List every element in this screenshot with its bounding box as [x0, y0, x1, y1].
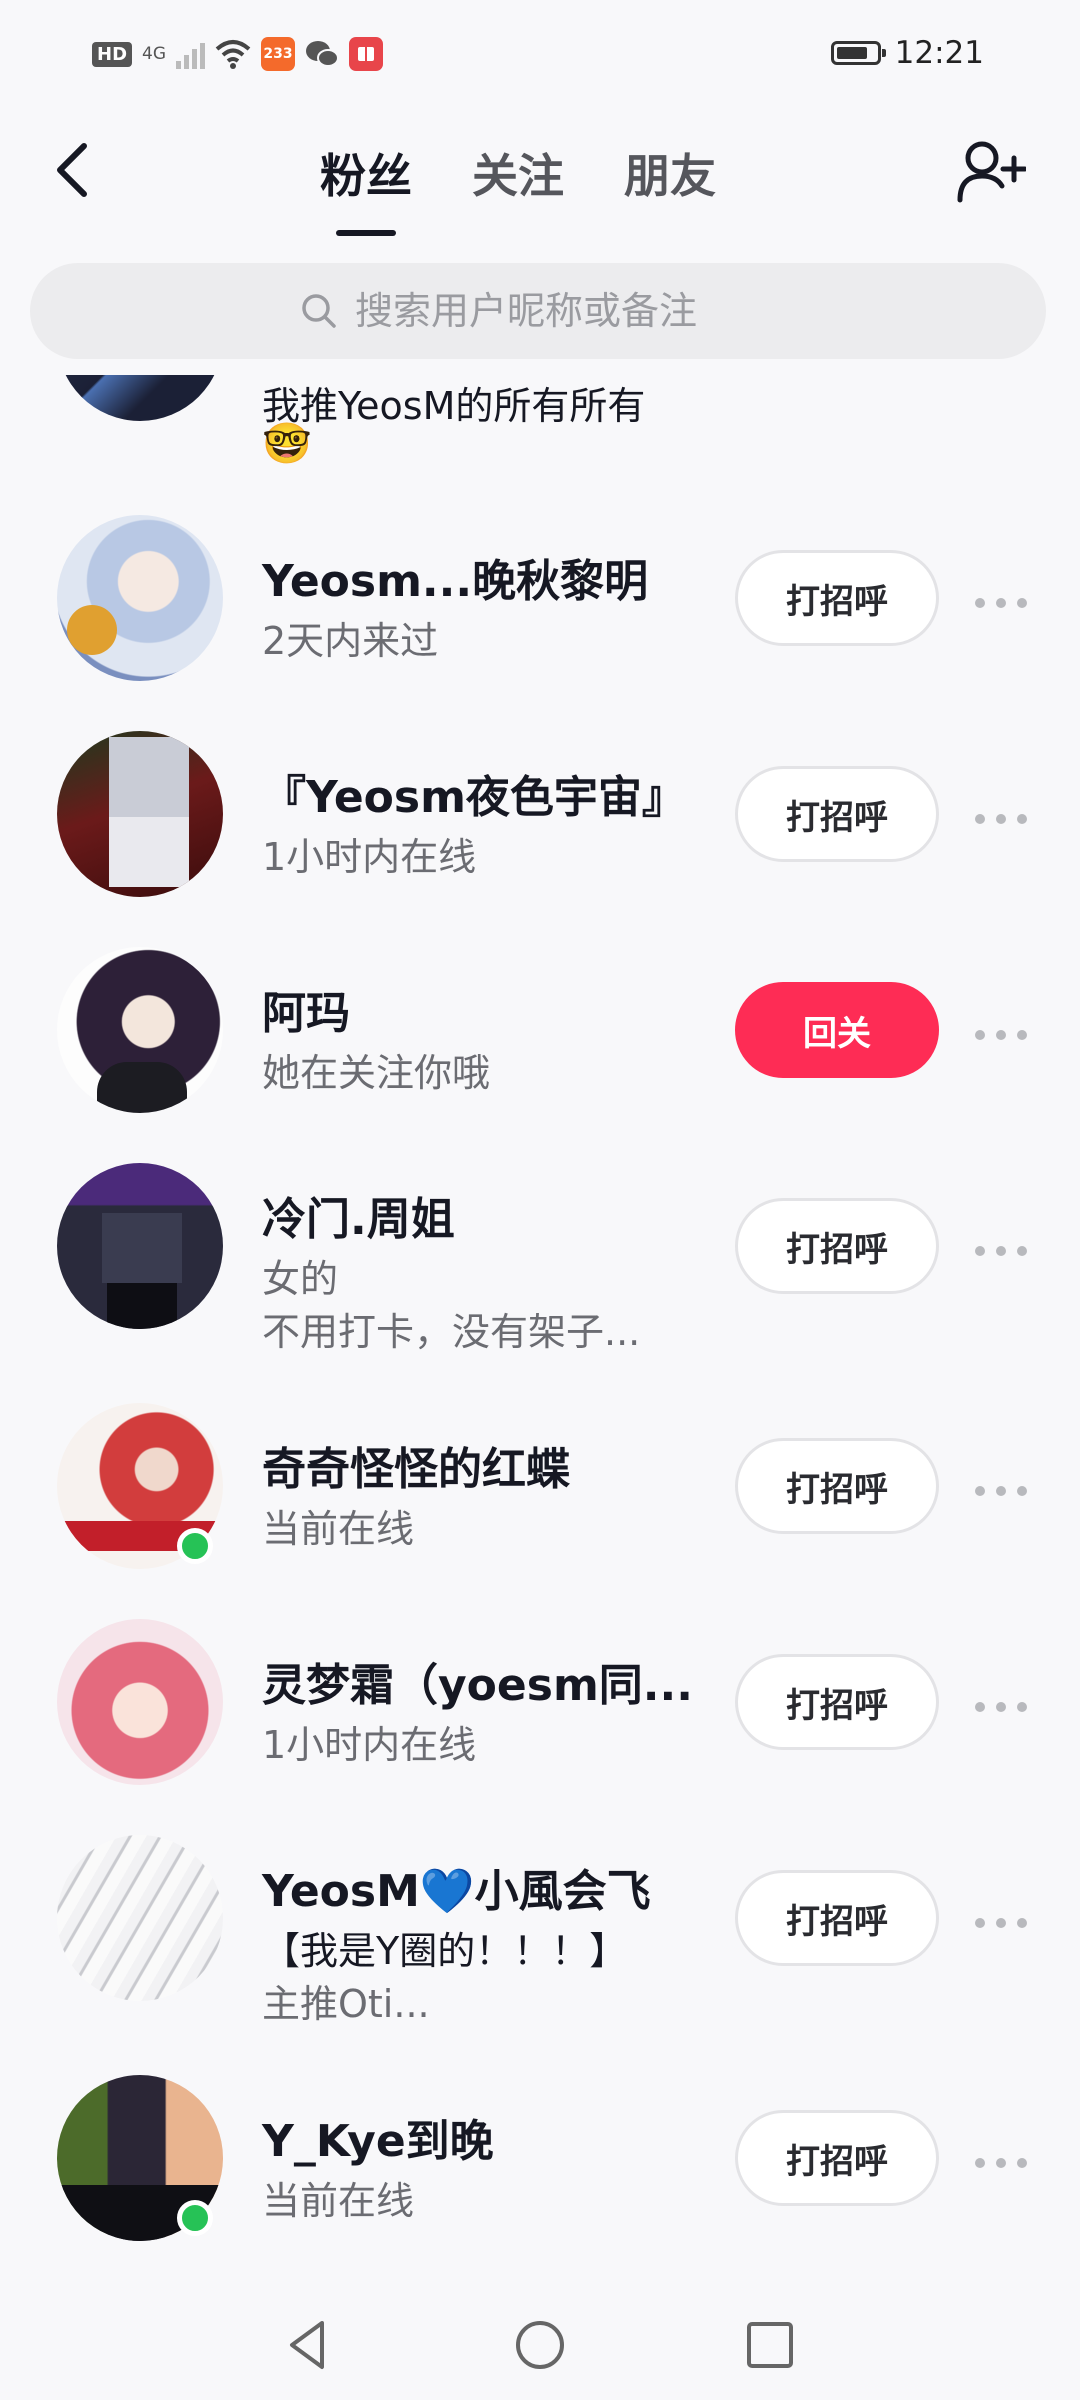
greet-button[interactable]: 打招呼 — [735, 1654, 939, 1750]
item-subtitle: 我推YeosM的所有所有 — [262, 384, 646, 428]
avatar[interactable] — [57, 947, 223, 1113]
user-name[interactable]: Y_Kye到晚 — [262, 2105, 494, 2169]
more-options-icon[interactable] — [975, 1481, 1027, 1501]
tab-bar: 粉丝 关注 朋友 — [320, 140, 716, 206]
back-arrow-icon[interactable] — [48, 140, 98, 200]
greet-button[interactable]: 打招呼 — [735, 2110, 939, 2206]
list-item[interactable]: 『Yeosm夜色宇宙』 1小时内在线 打招呼 — [0, 731, 1080, 921]
add-user-icon[interactable] — [956, 138, 1026, 204]
avatar[interactable] — [57, 375, 223, 421]
list-item[interactable]: 阿玛 她在关注你哦 回关 — [0, 947, 1080, 1137]
signal-icon — [176, 39, 206, 69]
list-item[interactable]: Yeosm...晚秋黎明 2天内来过 打招呼 — [0, 515, 1080, 705]
avatar[interactable] — [57, 731, 223, 897]
more-options-icon[interactable] — [975, 1241, 1027, 1261]
clock: 12:21 — [894, 35, 984, 71]
app-badge-icon: 233 — [261, 37, 296, 71]
user-name[interactable]: 『Yeosm夜色宇宙』 — [262, 761, 686, 825]
status-icons-left: HD 4G 233 — [92, 32, 384, 76]
user-bio-line1: 女的 — [262, 1257, 339, 1301]
system-nav-bar — [0, 2285, 1080, 2400]
search-bar[interactable] — [30, 263, 1046, 359]
tab-following[interactable]: 关注 — [472, 140, 564, 206]
user-name[interactable]: 奇奇怪怪的红蝶 — [262, 1433, 570, 1497]
online-indicator — [177, 1528, 213, 1564]
user-bio-line1: 【我是Y圈的！！！】 — [262, 1929, 628, 1973]
status-bar: HD 4G 233 12:21 — [0, 0, 1080, 100]
more-options-icon[interactable] — [975, 809, 1027, 829]
tab-friends[interactable]: 朋友 — [624, 140, 716, 206]
user-name[interactable]: Yeosm...晚秋黎明 — [262, 545, 648, 609]
list-item[interactable]: Y_Kye到晚 当前在线 打招呼 — [0, 2075, 1080, 2265]
nav-recents-icon[interactable] — [740, 2315, 800, 2375]
follower-list: 我推YeosM的所有所有 🤓 Yeosm...晚秋黎明 2天内来过 打招呼 『Y… — [0, 375, 1080, 2285]
greet-button[interactable]: 打招呼 — [735, 1438, 939, 1534]
user-status: 她在关注你哦 — [262, 1051, 491, 1095]
nav-back-icon[interactable] — [278, 2315, 338, 2375]
user-name[interactable]: 灵梦霜（yoesm同... — [262, 1649, 693, 1713]
user-status: 当前在线 — [262, 2179, 415, 2223]
greet-button[interactable]: 打招呼 — [735, 1198, 939, 1294]
user-name[interactable]: YeosM💙小風会飞 — [262, 1855, 651, 1919]
nav-home-icon[interactable] — [510, 2315, 570, 2375]
list-item-partial[interactable]: 我推YeosM的所有所有 🤓 — [0, 375, 1080, 467]
more-options-icon[interactable] — [975, 593, 1027, 613]
user-status: 1小时内在线 — [262, 1723, 477, 1767]
hd-indicator: HD — [92, 41, 133, 67]
tab-fans[interactable]: 粉丝 — [320, 140, 412, 206]
list-item[interactable]: 冷门.周姐 女的 不用打卡，没有架子... 打招呼 — [0, 1163, 1080, 1373]
greet-button[interactable]: 打招呼 — [735, 1870, 939, 1966]
network-type: 4G — [142, 44, 167, 64]
more-options-icon[interactable] — [975, 1697, 1027, 1717]
battery-icon — [830, 41, 886, 65]
list-item[interactable]: 灵梦霜（yoesm同... 1小时内在线 打招呼 — [0, 1619, 1080, 1809]
follow-back-button[interactable]: 回关 — [735, 982, 939, 1078]
user-bio-line2: 不用打卡，没有架子... — [262, 1310, 641, 1354]
status-icons-right: 12:21 — [830, 30, 984, 76]
user-status: 1小时内在线 — [262, 835, 477, 879]
user-name[interactable]: 冷门.周姐 — [262, 1183, 455, 1247]
list-item[interactable]: YeosM💙小風会飞 【我是Y圈的！！！】 主推Oti... 打招呼 — [0, 1835, 1080, 2045]
user-status: 当前在线 — [262, 1507, 415, 1551]
wechat-icon — [306, 41, 340, 67]
search-icon — [302, 294, 336, 328]
online-indicator — [177, 2200, 213, 2236]
greet-button[interactable]: 打招呼 — [735, 550, 939, 646]
search-input[interactable] — [353, 288, 777, 334]
more-options-icon[interactable] — [975, 1913, 1027, 1933]
list-item[interactable]: 奇奇怪怪的红蝶 当前在线 打招呼 — [0, 1403, 1080, 1593]
avatar[interactable] — [57, 1163, 223, 1329]
greet-button[interactable]: 打招呼 — [735, 766, 939, 862]
user-bio-line2: 主推Oti... — [262, 1982, 430, 2026]
item-emoji: 🤓 — [262, 421, 312, 467]
user-name[interactable]: 阿玛 — [262, 977, 350, 1041]
avatar[interactable] — [57, 1619, 223, 1785]
wifi-icon — [215, 40, 251, 69]
more-options-icon[interactable] — [975, 2153, 1027, 2173]
avatar[interactable] — [57, 515, 223, 681]
more-options-icon[interactable] — [975, 1025, 1027, 1045]
user-status: 2天内来过 — [262, 619, 439, 663]
book-app-icon — [349, 37, 384, 71]
top-header: 粉丝 关注 朋友 — [0, 100, 1080, 240]
avatar[interactable] — [57, 1835, 223, 2001]
